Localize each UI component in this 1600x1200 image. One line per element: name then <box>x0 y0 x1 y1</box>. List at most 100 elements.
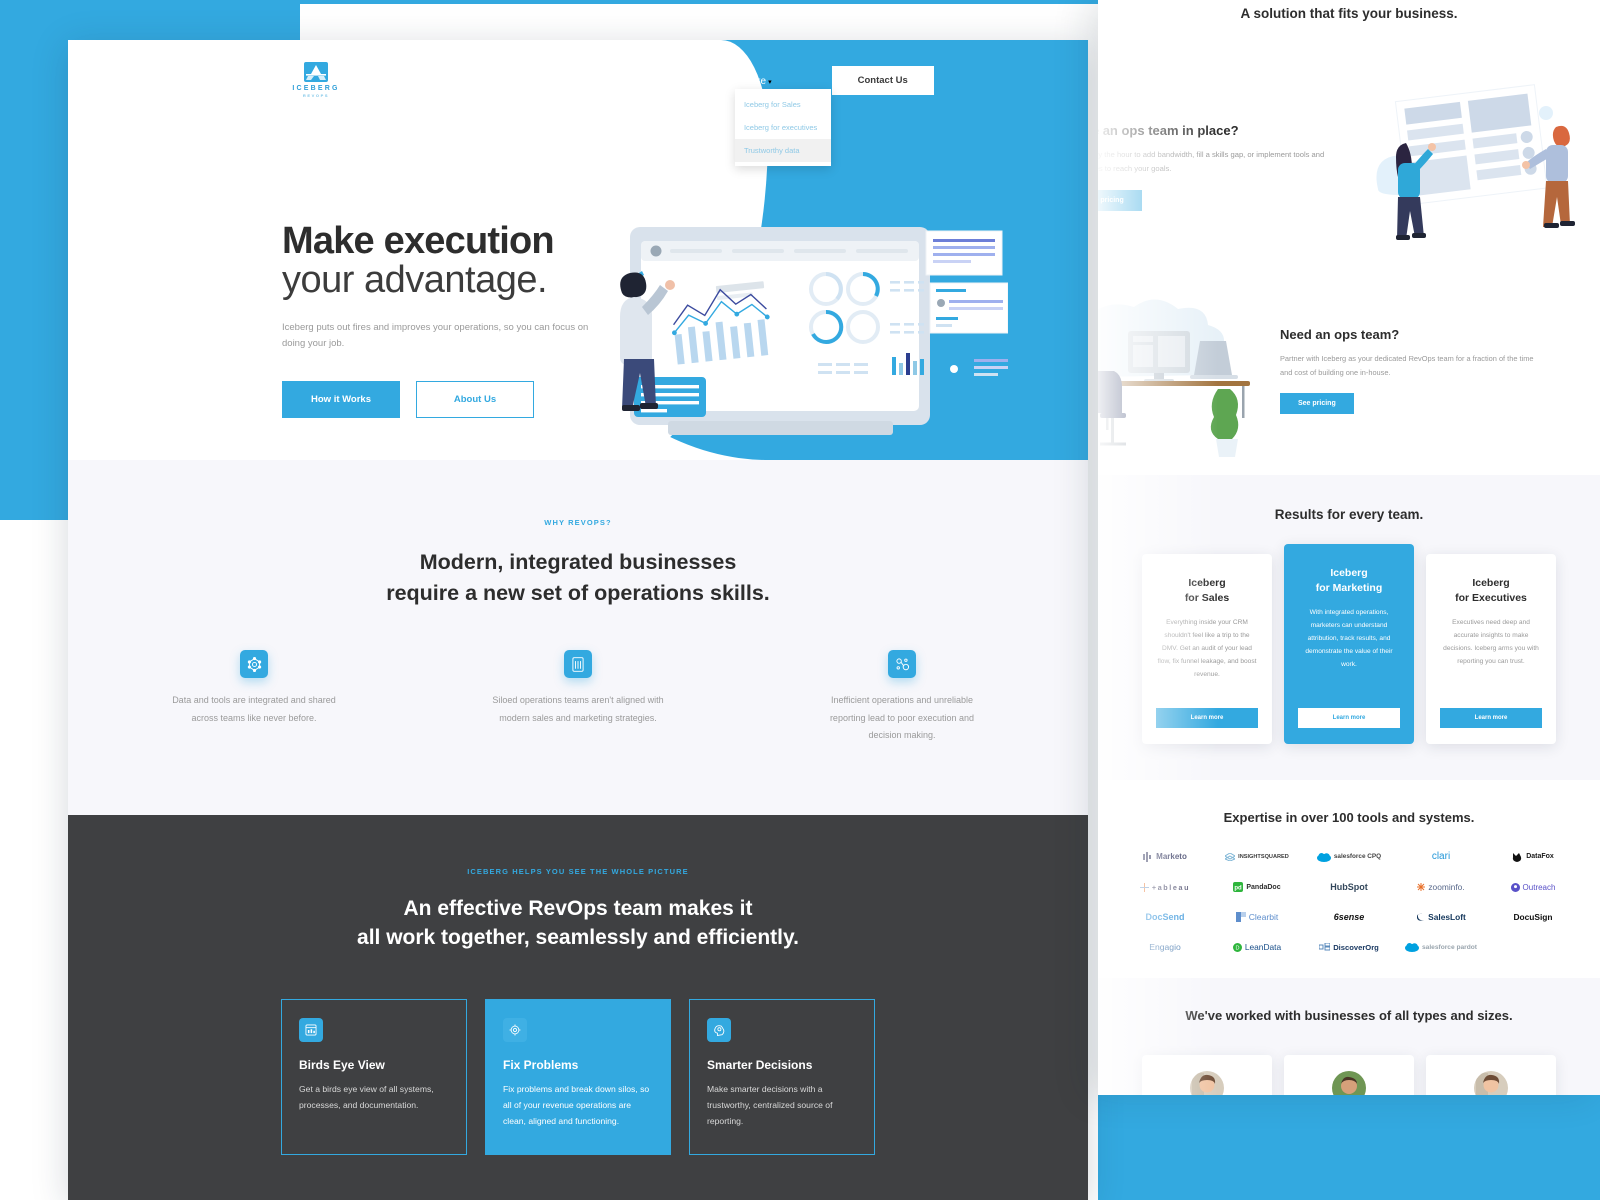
avatar <box>1474 1071 1508 1095</box>
feature-card-text: Get a birds eye view of all systems, pro… <box>299 1084 434 1111</box>
results-card-title-line1: Iceberg <box>1472 577 1510 589</box>
logo-engagio: Engagio <box>1149 942 1181 952</box>
logo-label: LeanData <box>1244 942 1282 952</box>
brand-logo[interactable]: ICEBERG REVOPS <box>286 62 346 98</box>
feature-card-birds-eye-view[interactable]: Birds Eye View Get a birds eye view of a… <box>281 999 467 1155</box>
logo-label: Marketo <box>1156 852 1187 861</box>
nav-item-home[interactable]: Home <box>536 73 564 88</box>
logo-datafox: DataFox <box>1512 852 1554 862</box>
see-pricing-button-need[interactable]: See pricing <box>1280 393 1354 415</box>
logo-label: SalesLoft <box>1428 912 1466 922</box>
learn-more-button-sales[interactable]: Learn more <box>1156 708 1258 728</box>
why-heading-line2: require a new set of operations skills. <box>386 580 770 605</box>
need-ops-team-section: Need an ops team? Partner with Iceberg a… <box>1098 275 1600 475</box>
why-column-text: Siloed operations teams aren't aligned w… <box>492 695 664 723</box>
testimonial-card[interactable]: For any marketing team, time and other r… <box>1142 1055 1272 1095</box>
insightsquared-icon <box>1225 852 1236 861</box>
see-pricing-button-ops[interactable]: See pricing <box>1098 190 1142 212</box>
dark-eyebrow: ICEBERG HELPS YOU SEE THE WHOLE PICTURE <box>467 866 689 876</box>
contact-us-button[interactable]: Contact Us <box>831 65 934 95</box>
results-section: Results for every team. Iceberg for Sale… <box>1098 475 1600 780</box>
marketo-icon <box>1143 851 1152 862</box>
salesforce-cloud-icon <box>1405 943 1420 952</box>
feature-card-title: Birds Eye View <box>299 1058 385 1073</box>
results-card-marketing[interactable]: Iceberg for Marketing With integrated op… <box>1284 544 1414 744</box>
dark-heading-line1: An effective RevOps team makes it <box>403 896 753 920</box>
feature-card-title: Fix Problems <box>503 1058 579 1073</box>
testimonial-cards: For any marketing team, time and other r… <box>1098 1055 1600 1095</box>
nav-item-more-label[interactable]: More <box>743 76 766 87</box>
results-card-title-line1: Iceberg <box>1330 567 1368 579</box>
svg-text:pd: pd <box>1235 885 1243 891</box>
how-it-works-button[interactable]: How it Works <box>282 380 400 418</box>
logo-label: +ableau <box>1151 882 1191 892</box>
logo-salesforce-cpq: salesforce CPQ <box>1316 852 1382 862</box>
logo-leandata: D LeanData <box>1232 942 1282 952</box>
logo-6sense: 6sense <box>1334 912 1365 922</box>
right-page-title: A solution that fits your business. <box>1240 6 1458 21</box>
nav-item-how-it-works[interactable]: How it Works <box>657 75 717 86</box>
outreach-icon <box>1510 882 1520 892</box>
learn-more-button-marketing[interactable]: Learn more <box>1298 708 1400 728</box>
logo-outreach: Outreach <box>1510 882 1555 892</box>
network-nodes-icon <box>240 650 268 679</box>
why-column: Siloed operations teams aren't aligned w… <box>489 650 667 745</box>
logo-label: PandaDoc <box>1246 883 1281 891</box>
pandadoc-icon: pd <box>1233 882 1244 892</box>
svg-text:D: D <box>1235 945 1239 951</box>
clearbit-icon <box>1235 912 1246 922</box>
hero-section: ICEBERG REVOPS Home About Us How it Work… <box>68 40 1088 460</box>
hero-title: Make execution your advantage. <box>282 222 612 300</box>
businesses-heading: We've worked with businesses of all type… <box>1185 1008 1513 1023</box>
nav-more-dropdown: Iceberg for Sales Iceberg for executives… <box>734 89 831 166</box>
zoominfo-icon <box>1417 883 1426 891</box>
why-heading: Modern, integrated businesses require a … <box>68 547 1088 608</box>
logo-label: clari <box>1431 851 1451 862</box>
why-column: Data and tools are integrated and shared… <box>165 650 343 745</box>
results-card-sales[interactable]: Iceberg for Sales Everything inside your… <box>1142 554 1272 744</box>
salesloft-icon <box>1417 913 1425 921</box>
logo-label: INSIGHTSQUARED <box>1238 853 1289 860</box>
salesforce-cloud-icon <box>1316 852 1331 862</box>
leandata-icon: D <box>1232 942 1242 952</box>
why-columns: Data and tools are integrated and shared… <box>68 650 1088 745</box>
discoverorg-icon <box>1319 943 1331 951</box>
testimonial-card[interactable]: Justin and his team came in and made an … <box>1284 1055 1414 1095</box>
about-us-button[interactable]: About Us <box>416 380 534 418</box>
results-card-executives[interactable]: Iceberg for Executives Executives need d… <box>1426 554 1556 744</box>
background-shape-bottom <box>1098 1090 1600 1200</box>
dropdown-item-trustworthy-data[interactable]: Trustworthy data <box>734 139 831 162</box>
logo-label: DocuSign <box>1513 912 1553 922</box>
gears-flow-icon <box>888 650 916 679</box>
brand-tagline: REVOPS <box>302 93 330 98</box>
landing-page-secondary: A solution that fits your business. Have… <box>1098 0 1600 1095</box>
nav-item-about-us[interactable]: About Us <box>589 75 631 86</box>
dropdown-item-iceberg-for-executives[interactable]: Iceberg for executives <box>735 116 831 139</box>
learn-more-button-executives[interactable]: Learn more <box>1440 708 1542 728</box>
feature-card-smarter-decisions[interactable]: Smarter Decisions Make smarter decisions… <box>689 999 875 1155</box>
gear-check-icon <box>503 1018 527 1043</box>
ops-team-heading: Have an ops team in place? <box>1098 123 1239 138</box>
feature-card-text: Fix problems and break down silos, so al… <box>503 1084 650 1127</box>
logo-label: salesforce CPQ <box>1333 853 1382 860</box>
results-card-text: Executives need deep and accurate insigh… <box>1443 619 1539 665</box>
avatar <box>1332 1071 1366 1095</box>
logo-label: Engagio <box>1149 942 1181 952</box>
results-card-title-line2: for Sales <box>1184 591 1230 604</box>
logo-salesforce-pardot: salesforce pardot <box>1405 942 1477 952</box>
testimonial-card[interactable]: For any marketing team, time and other r… <box>1426 1055 1556 1095</box>
logo-label: DataFox <box>1526 853 1554 860</box>
results-card-text: Everything inside your CRM shouldn't fee… <box>1157 619 1257 678</box>
why-column: Inefficient operations and unreliable re… <box>813 650 991 745</box>
why-heading-line1: Modern, integrated businesses <box>419 550 737 574</box>
dark-heading: An effective RevOps team makes it all wo… <box>68 894 1088 954</box>
results-card-title: Iceberg for Sales <box>1156 576 1258 605</box>
dropdown-item-iceberg-for-sales[interactable]: Iceberg for Sales <box>735 93 831 116</box>
nav-item-more[interactable]: More ▾ Iceberg for Sales Iceberg for exec… <box>734 71 831 166</box>
hero-buttons: How it Works About Us <box>282 380 612 418</box>
feature-card-fix-problems[interactable]: Fix Problems Fix problems and break down… <box>485 999 671 1155</box>
brand-name: ICEBERG <box>292 85 340 92</box>
logo-docsend: DocSend <box>1145 912 1184 922</box>
logo-label: salesforce pardot <box>1422 943 1477 951</box>
logo-clari: clari <box>1432 851 1450 862</box>
